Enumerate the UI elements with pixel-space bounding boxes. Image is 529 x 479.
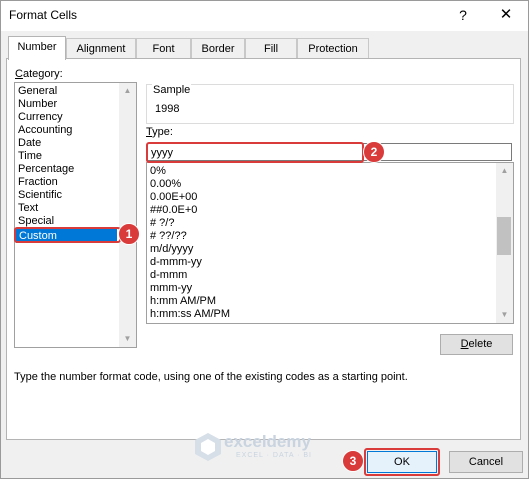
sample-group [146, 84, 514, 124]
callout-ok-highlight [364, 448, 440, 476]
category-item-date[interactable]: Date [18, 137, 41, 150]
tab-border[interactable]: Border [191, 38, 245, 59]
tab-alignment[interactable]: Alignment [66, 38, 136, 59]
tab-number[interactable]: Number [8, 36, 66, 60]
exceldemy-watermark: exceldemy EXCEL · DATA · BI [194, 432, 311, 465]
category-item-scientific[interactable]: Scientific [18, 189, 62, 202]
format-item[interactable]: mmm-yy [150, 282, 192, 295]
format-item[interactable]: ##0.0E+0 [150, 204, 197, 217]
close-icon[interactable]: ✕ [495, 5, 517, 25]
format-item[interactable]: 0.00E+00 [150, 191, 197, 204]
type-label: Type: [146, 126, 173, 138]
callout-badge-2: 2 [363, 141, 385, 163]
scroll-up-icon[interactable]: ▲ [119, 83, 136, 99]
exceldemy-logo-icon [195, 433, 221, 461]
format-scrollbar[interactable]: ▲ ▼ [496, 163, 513, 323]
category-item-percentage[interactable]: Percentage [18, 163, 74, 176]
format-item[interactable]: d-mmm-yy [150, 256, 202, 269]
category-scrollbar[interactable]: ▲ ▼ [119, 83, 136, 347]
category-item-number[interactable]: Number [18, 98, 57, 111]
dialog-title: Format Cells [9, 8, 78, 22]
callout-custom-highlight [14, 227, 121, 243]
cancel-button[interactable]: Cancel [449, 451, 523, 473]
category-item-time[interactable]: Time [18, 150, 42, 163]
sample-label: Sample [152, 84, 192, 96]
format-description: Type the number format code, using one o… [14, 371, 408, 383]
tab-fill[interactable]: Fill [245, 38, 297, 59]
format-item[interactable]: 0.00% [150, 178, 181, 191]
scroll-thumb[interactable] [497, 217, 511, 255]
scroll-down-icon[interactable]: ▼ [496, 307, 513, 323]
category-item-currency[interactable]: Currency [18, 111, 63, 124]
format-item[interactable]: h:mm:ss AM/PM [150, 308, 230, 321]
category-list[interactable]: General Number Currency Accounting Date … [14, 82, 137, 348]
help-icon[interactable]: ? [452, 5, 474, 25]
category-item-accounting[interactable]: Accounting [18, 124, 72, 137]
callout-type-highlight [146, 142, 364, 163]
delete-button[interactable]: Delete [440, 334, 513, 355]
title-bar: Format Cells ? ✕ [1, 1, 528, 31]
sample-value: 1998 [155, 103, 180, 115]
format-item[interactable]: h:mm AM/PM [150, 295, 216, 308]
format-code-list[interactable]: 0% 0.00% 0.00E+00 ##0.0E+0 # ?/? # ??/??… [146, 162, 514, 324]
tab-protection[interactable]: Protection [297, 38, 369, 59]
format-item[interactable]: m/d/yyyy [150, 243, 193, 256]
format-item[interactable]: d-mmm [150, 269, 187, 282]
category-item-text[interactable]: Text [18, 202, 38, 215]
format-item[interactable]: 0% [150, 165, 166, 178]
scroll-up-icon[interactable]: ▲ [496, 163, 513, 179]
format-item[interactable]: # ?/? [150, 217, 174, 230]
category-item-general[interactable]: General [18, 85, 57, 98]
tab-font[interactable]: Font [136, 38, 191, 59]
watermark-title: exceldemy [224, 432, 311, 451]
callout-badge-1: 1 [118, 223, 140, 245]
scroll-down-icon[interactable]: ▼ [119, 331, 136, 347]
callout-badge-3: 3 [342, 450, 364, 472]
watermark-subtitle: EXCEL · DATA · BI [236, 452, 312, 459]
category-item-fraction[interactable]: Fraction [18, 176, 58, 189]
category-label: Category: [15, 68, 63, 80]
format-item[interactable]: # ??/?? [150, 230, 187, 243]
